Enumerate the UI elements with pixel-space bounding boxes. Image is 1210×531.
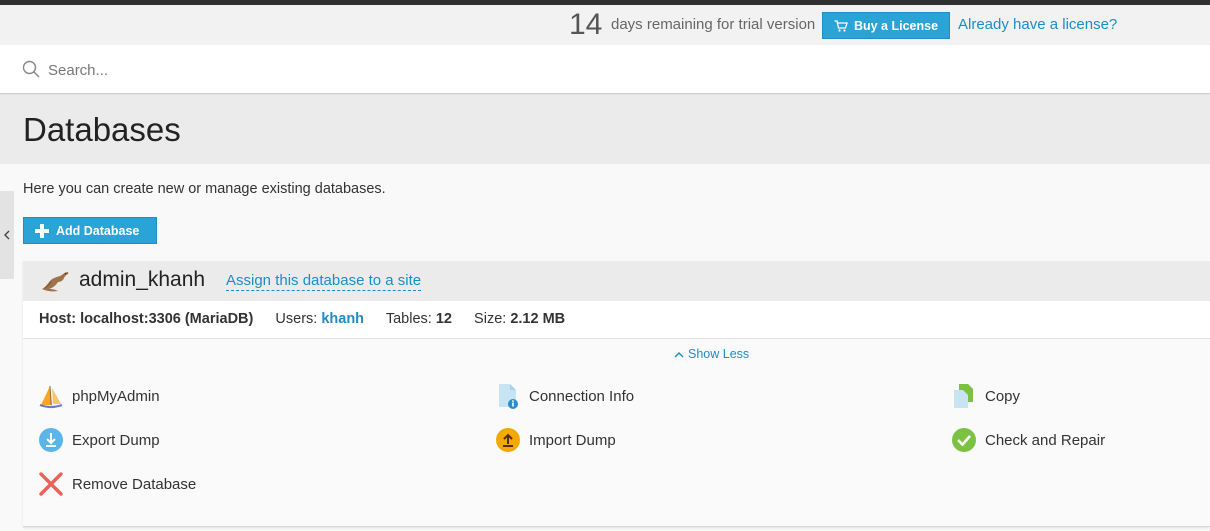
page-title: Databases <box>23 111 181 148</box>
trial-days-count: 14 <box>569 8 603 41</box>
copy-label: Copy <box>985 387 1021 405</box>
check-repair-action[interactable]: Check and Repair <box>951 427 1105 453</box>
chevron-up-icon <box>674 351 684 357</box>
mariadb-seal-icon <box>42 272 69 292</box>
remove-database-label: Remove Database <box>72 475 197 493</box>
add-database-button[interactable]: Add Database <box>23 217 157 244</box>
already-have-license-link[interactable]: Already have a license? <box>958 16 1117 33</box>
export-dump-action[interactable]: Export Dump <box>38 427 160 453</box>
chevron-left-icon <box>4 230 10 240</box>
check-repair-label: Check and Repair <box>985 431 1106 449</box>
search-input[interactable] <box>46 57 650 83</box>
page-intro: Here you can create new or manage existi… <box>23 181 386 197</box>
buy-license-label: Buy a License <box>853 18 939 33</box>
database-name: admin_khanh <box>79 268 206 291</box>
size-value: 2.12 MB <box>510 311 566 327</box>
check-repair-icon <box>951 427 977 453</box>
import-dump-label: Import Dump <box>529 431 616 449</box>
connection-info-action[interactable]: Connection Info <box>495 383 634 409</box>
buy-license-button[interactable]: Buy a License <box>822 12 950 39</box>
database-info-row: Host: localhost:3306 (MariaDB) Users: kh… <box>39 311 565 327</box>
export-dump-label: Export Dump <box>72 431 160 449</box>
connection-info-label: Connection Info <box>529 387 635 405</box>
database-card: admin_khanh Assign this database to a si… <box>23 261 1210 527</box>
search-icon <box>22 60 40 78</box>
users-link[interactable]: khanh <box>321 311 364 327</box>
search-bar <box>0 45 1210 94</box>
tables-label: Tables: <box>385 311 432 327</box>
phpmyadmin-label: phpMyAdmin <box>72 387 160 405</box>
import-dump-icon <box>495 427 521 453</box>
tables-value: 12 <box>435 311 452 327</box>
sidebar-collapse-handle[interactable] <box>0 191 14 279</box>
copy-action[interactable]: Copy <box>951 383 1020 409</box>
plus-icon <box>35 223 49 238</box>
copy-icon <box>951 383 977 409</box>
users-label: Users: <box>275 311 318 327</box>
host-label: Host: <box>39 311 77 327</box>
page-header: Databases <box>0 95 1210 164</box>
trial-bar: 14 days remaining for trial version Buy … <box>0 5 1210 45</box>
database-card-header: admin_khanh Assign this database to a si… <box>23 261 1210 301</box>
cart-icon <box>834 19 848 32</box>
remove-database-action[interactable]: Remove Database <box>38 471 196 497</box>
show-less-toggle[interactable]: Show Less <box>674 347 749 361</box>
remove-icon <box>38 471 64 497</box>
host-value: localhost:3306 (MariaDB) <box>80 311 254 327</box>
phpmyadmin-icon <box>38 383 64 409</box>
size-label: Size: <box>474 311 507 327</box>
assign-to-site-link[interactable]: Assign this database to a site <box>226 272 422 291</box>
show-less-label: Show Less <box>688 347 750 361</box>
connection-info-icon <box>495 383 521 409</box>
trial-days-text: days remaining for trial version <box>611 16 816 33</box>
import-dump-action[interactable]: Import Dump <box>495 427 616 453</box>
phpmyadmin-action[interactable]: phpMyAdmin <box>38 383 160 409</box>
export-dump-icon <box>38 427 64 453</box>
database-info: Host: localhost:3306 (MariaDB) Users: kh… <box>23 301 1210 339</box>
add-database-label: Add Database <box>56 223 140 238</box>
